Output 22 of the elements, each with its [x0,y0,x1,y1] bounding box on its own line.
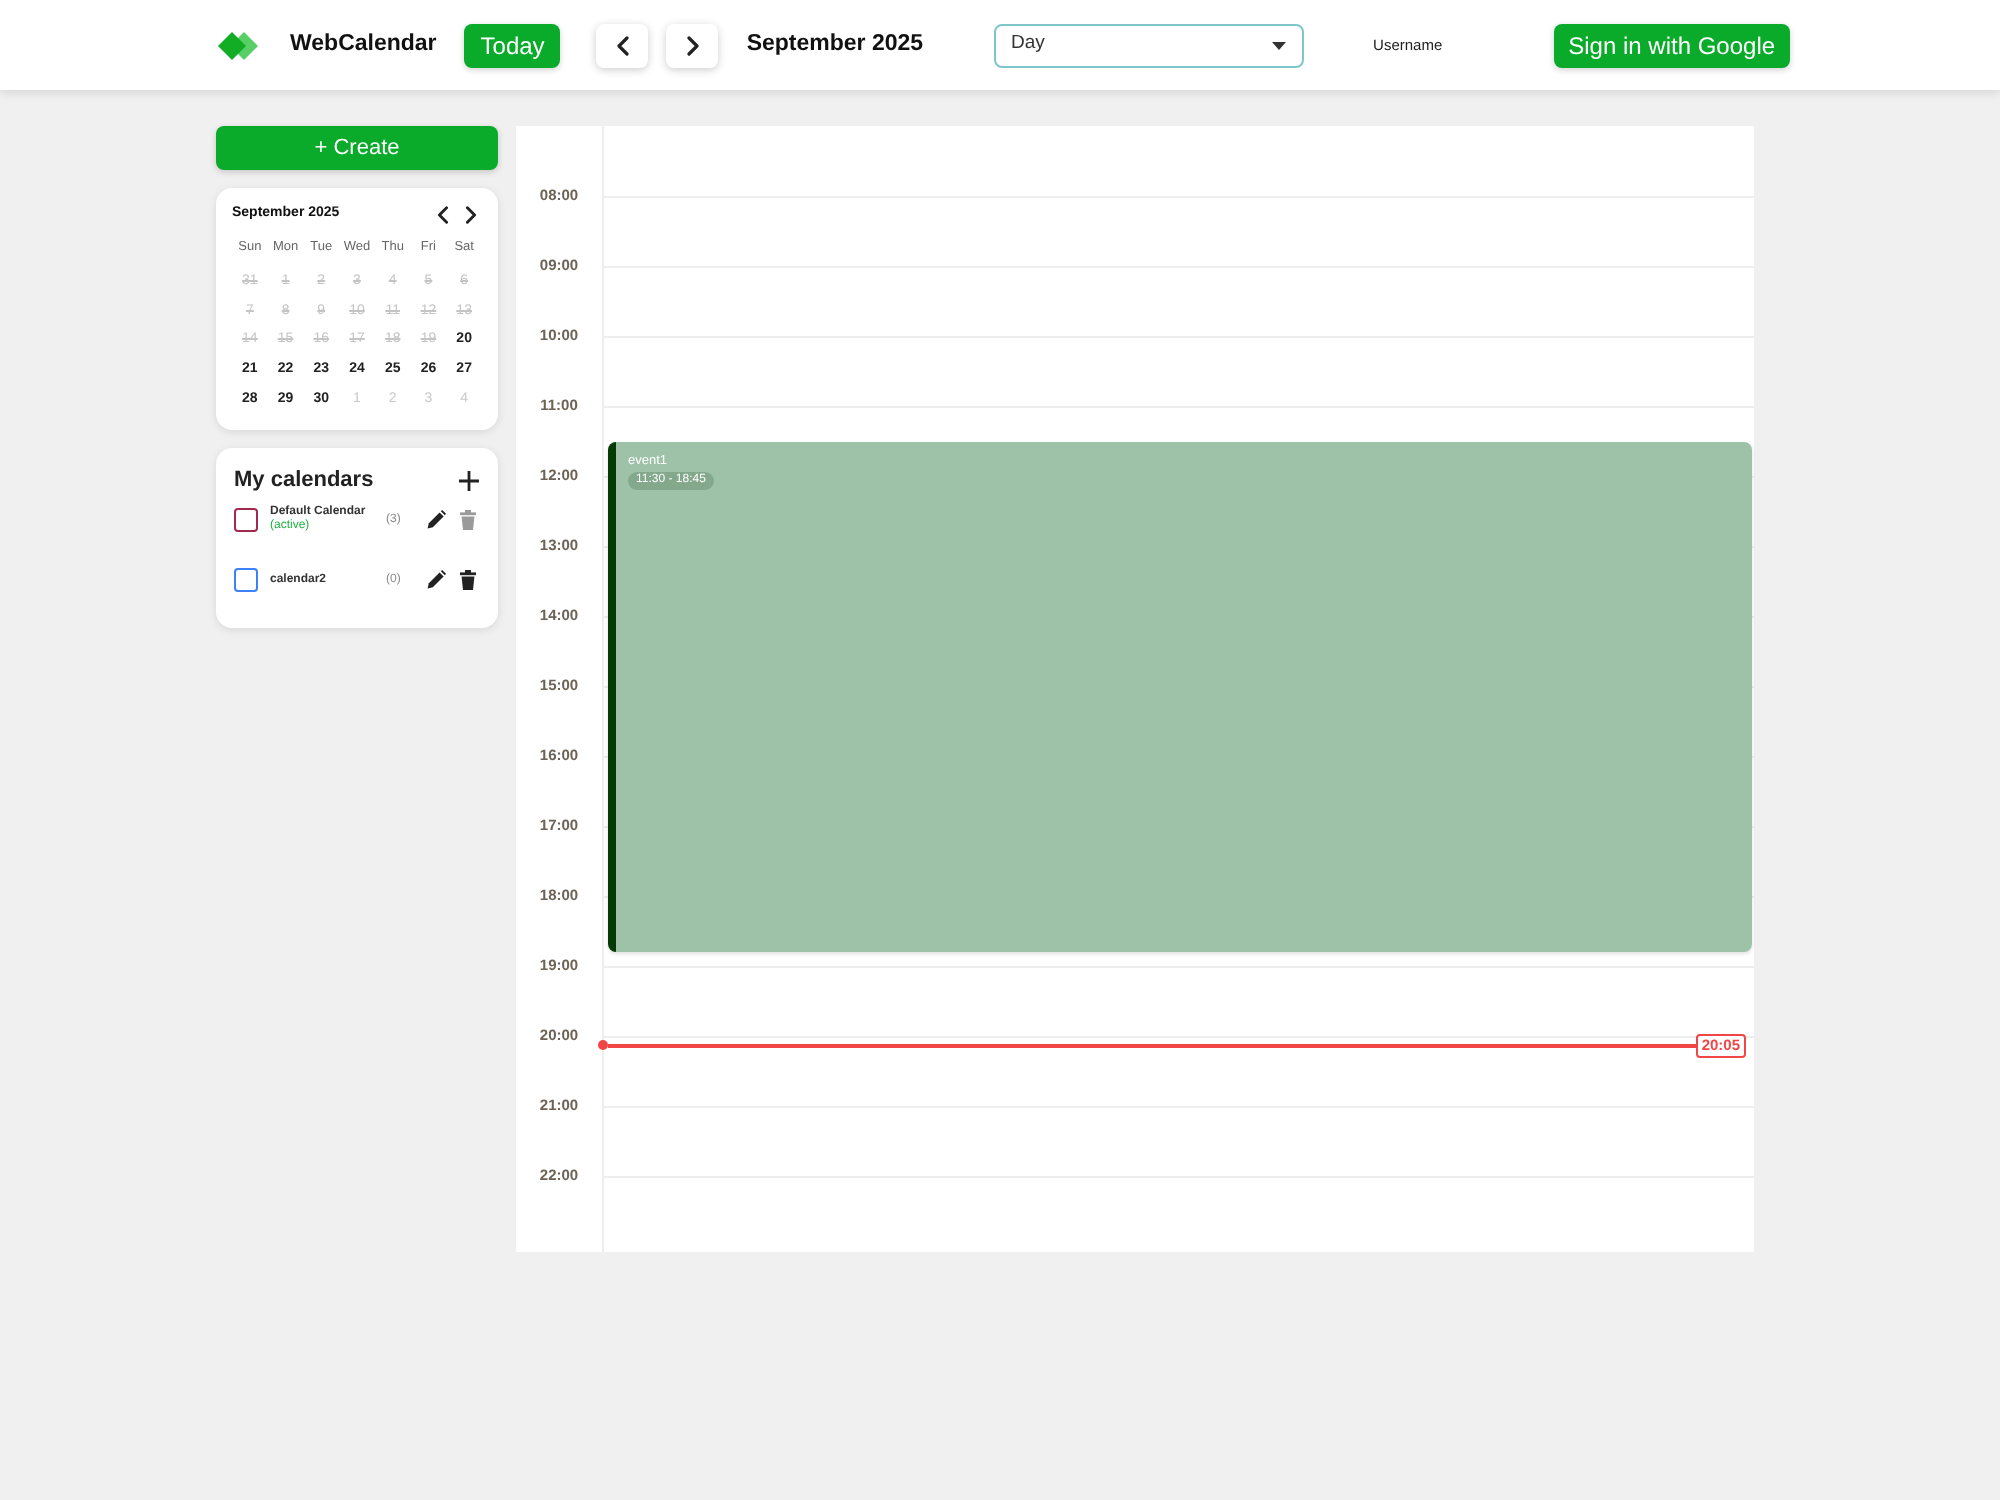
chevron-left-icon[interactable] [436,205,450,223]
pencil-icon[interactable] [426,570,446,591]
next-button[interactable] [666,23,719,67]
caret-down-icon [1271,41,1286,49]
calendar-checkbox[interactable] [234,568,258,593]
chevron-right-icon [685,35,700,55]
view-select[interactable]: Day [993,23,1304,67]
sign-in-button[interactable]: Sign in with Google [1554,23,1790,67]
calendars-title: My calendars [234,466,374,497]
chevron-right-icon[interactable] [464,205,478,223]
chevron-left-icon [615,35,630,55]
create-button[interactable]: + Create [216,126,498,170]
today-button[interactable]: Today [464,23,561,67]
app-title: WebCalendar [290,29,437,60]
plus-icon[interactable] [458,469,480,492]
calendar-checkbox[interactable] [234,508,258,533]
logo-icon [216,29,260,61]
previous-button[interactable] [596,23,649,67]
current-time-dot-icon [598,1040,608,1051]
trash-icon[interactable] [458,570,478,591]
period-title: September 2025 [746,29,924,60]
pencil-icon[interactable] [426,510,446,531]
